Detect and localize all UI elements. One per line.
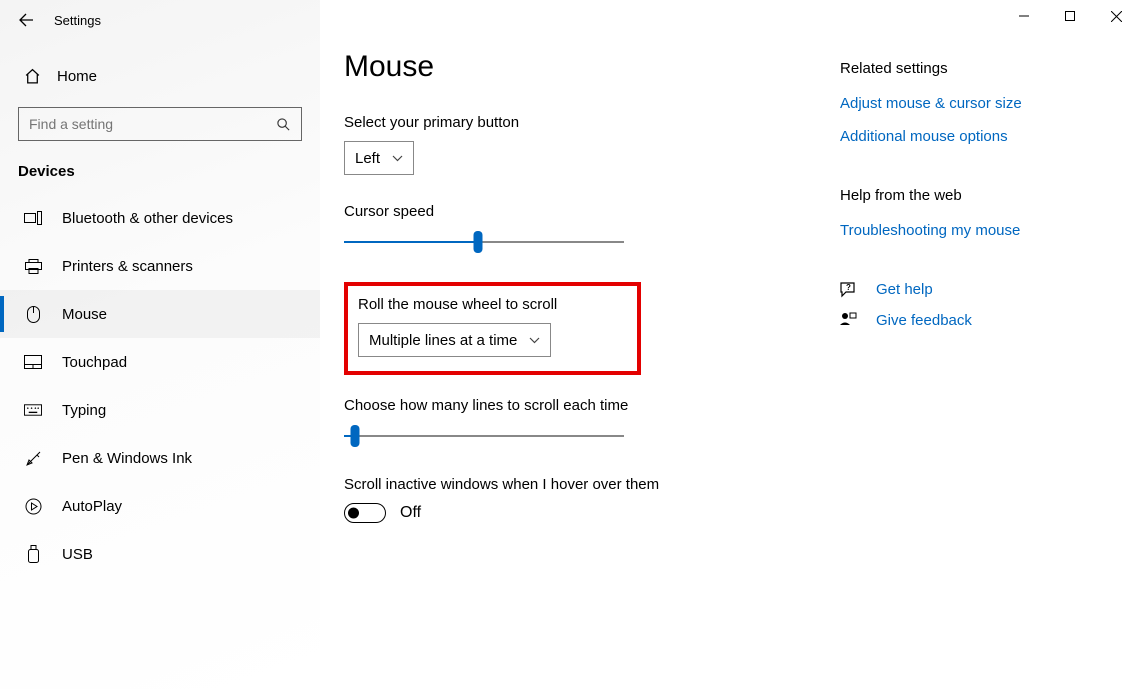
pen-icon — [24, 450, 42, 467]
scroll-mode-value: Multiple lines at a time — [369, 332, 517, 349]
sidebar-item-label: Bluetooth & other devices — [62, 210, 233, 227]
sidebar-item-bluetooth[interactable]: Bluetooth & other devices — [0, 194, 320, 242]
help-from-web-heading: Help from the web — [840, 187, 1120, 204]
lines-to-scroll-label: Choose how many lines to scroll each tim… — [344, 397, 840, 414]
adjust-mouse-link[interactable]: Adjust mouse & cursor size — [840, 95, 1120, 112]
sidebar-item-touchpad[interactable]: Touchpad — [0, 338, 320, 386]
cursor-speed-slider[interactable] — [344, 230, 624, 254]
sidebar-item-label: Mouse — [62, 306, 107, 323]
svg-text:?: ? — [846, 283, 851, 292]
devices-icon — [24, 211, 42, 225]
sidebar-item-label: USB — [62, 546, 93, 563]
home-button[interactable]: Home — [0, 58, 320, 95]
close-button[interactable] — [1093, 0, 1139, 32]
sidebar-item-label: AutoPlay — [62, 498, 122, 515]
search-icon — [276, 117, 291, 132]
troubleshooting-link[interactable]: Troubleshooting my mouse — [840, 222, 1120, 239]
sidebar-item-pen[interactable]: Pen & Windows Ink — [0, 434, 320, 482]
primary-button-select[interactable]: Left — [344, 141, 414, 175]
sidebar-item-typing[interactable]: Typing — [0, 386, 320, 434]
category-title: Devices — [0, 141, 320, 194]
scroll-mode-label: Roll the mouse wheel to scroll — [358, 296, 557, 313]
chevron-down-icon — [529, 337, 540, 344]
sidebar-item-printers[interactable]: Printers & scanners — [0, 242, 320, 290]
highlighted-section: Roll the mouse wheel to scroll Multiple … — [344, 282, 641, 375]
nav-list: Bluetooth & other devices Printers & sca… — [0, 194, 320, 578]
slider-thumb[interactable] — [351, 425, 360, 447]
cursor-speed-label: Cursor speed — [344, 203, 840, 220]
inactive-windows-label: Scroll inactive windows when I hover ove… — [344, 476, 840, 493]
back-icon[interactable] — [18, 12, 34, 28]
inactive-windows-toggle[interactable] — [344, 503, 386, 523]
sidebar-item-usb[interactable]: USB — [0, 530, 320, 578]
sidebar-item-label: Touchpad — [62, 354, 127, 371]
minimize-button[interactable] — [1001, 0, 1047, 32]
keyboard-icon — [24, 404, 42, 416]
home-label: Home — [57, 68, 97, 85]
get-help-link[interactable]: Get help — [876, 281, 933, 298]
sidebar-item-mouse[interactable]: Mouse — [0, 290, 320, 338]
mouse-icon — [24, 306, 42, 323]
usb-icon — [24, 545, 42, 563]
sidebar-item-label: Printers & scanners — [62, 258, 193, 275]
slider-thumb[interactable] — [474, 231, 483, 253]
sidebar-item-autoplay[interactable]: AutoPlay — [0, 482, 320, 530]
sidebar: Settings Home Devices Bluetooth & other … — [0, 0, 320, 689]
additional-mouse-options-link[interactable]: Additional mouse options — [840, 128, 1120, 145]
home-icon — [24, 68, 41, 85]
right-panel: Related settings Adjust mouse & cursor s… — [840, 0, 1120, 689]
lines-to-scroll-slider[interactable] — [344, 424, 624, 448]
sidebar-item-label: Pen & Windows Ink — [62, 450, 192, 467]
search-input[interactable] — [18, 107, 302, 141]
sidebar-item-label: Typing — [62, 402, 106, 419]
chevron-down-icon — [392, 155, 403, 162]
titlebar: Settings — [0, 0, 320, 40]
autoplay-icon — [24, 498, 42, 515]
page-title: Mouse — [344, 50, 840, 84]
help-icon: ? — [840, 282, 858, 298]
touchpad-icon — [24, 355, 42, 369]
maximize-button[interactable] — [1047, 0, 1093, 32]
give-feedback-link[interactable]: Give feedback — [876, 312, 972, 329]
primary-button-label: Select your primary button — [344, 114, 840, 131]
printer-icon — [24, 259, 42, 274]
search-field[interactable] — [29, 116, 276, 132]
toggle-state-text: Off — [400, 504, 421, 522]
scroll-mode-select[interactable]: Multiple lines at a time — [358, 323, 551, 357]
feedback-icon — [840, 312, 858, 329]
app-title: Settings — [54, 13, 101, 28]
related-settings-heading: Related settings — [840, 60, 1120, 77]
content-area: Mouse Select your primary button Left Cu… — [320, 0, 840, 689]
primary-button-value: Left — [355, 150, 380, 167]
window-controls — [1001, 0, 1139, 32]
